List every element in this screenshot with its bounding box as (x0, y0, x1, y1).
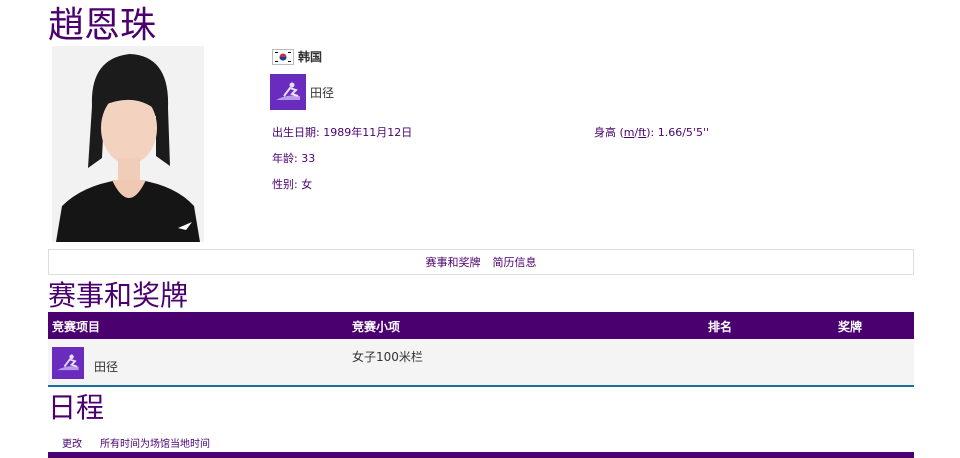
country-name: 韩国 (298, 50, 323, 64)
age: 年龄: 33 (272, 150, 315, 166)
change-timezone-link[interactable]: 更改 (62, 435, 82, 450)
country: 韩国 (272, 48, 322, 65)
column-header-event: 竞赛小项 (352, 320, 401, 334)
athlete-photo (52, 46, 204, 242)
height-label: 身高 (594, 126, 616, 139)
height-value: 1.66/5'5'' (657, 126, 710, 139)
column-header-rank: 排名 (708, 320, 733, 334)
schedule-title: 日程 (48, 391, 105, 424)
schedule-controls: 更改 所有时间为场馆当地时间 (62, 435, 210, 450)
age-value: 33 (301, 152, 316, 165)
sport: 田径 (270, 74, 334, 110)
athletics-icon (52, 347, 84, 379)
gender-label: 性别: (272, 178, 298, 191)
gender-value: 女 (301, 178, 313, 191)
timezone-note: 所有时间为场馆当地时间 (100, 439, 210, 450)
athlete-portrait-image (52, 46, 204, 242)
row-sport: 田径 (94, 360, 119, 374)
birth-date: 出生日期: 1989年11月12日 (272, 124, 412, 140)
events-table-header: 竞赛项目 竞赛小项 排名 奖牌 (48, 312, 914, 339)
column-header-sport: 竞赛项目 (52, 320, 101, 334)
row-event: 女子100米栏 (352, 350, 423, 364)
gender: 性别: 女 (272, 176, 312, 192)
athlete-info: 韩国 田径 出生日期: 1989年11月12日 身高 (m/ft): 1.66/… (270, 46, 912, 246)
column-header-medal: 奖牌 (838, 320, 863, 334)
events-section-title: 赛事和奖牌 (48, 279, 189, 312)
table-row[interactable]: 田径 女子100米栏 (48, 339, 914, 387)
section-nav: 赛事和奖牌 简历信息 (48, 249, 914, 275)
age-label: 年龄: (272, 152, 298, 165)
athlete-name: 趙恩珠 (48, 5, 157, 46)
sport-name: 田径 (310, 85, 335, 100)
height-unit-m-link[interactable]: m (624, 126, 635, 139)
nav-biography[interactable]: 简历信息 (493, 254, 537, 270)
korea-flag-icon (272, 48, 294, 65)
birth-date-label: 出生日期: (272, 126, 320, 139)
birth-date-value: 1989年11月12日 (323, 126, 413, 139)
schedule-table-header (48, 452, 914, 458)
height: 身高 (m/ft): 1.66/5'5'' (594, 126, 710, 139)
height-unit-ft-link[interactable]: ft (638, 126, 646, 139)
athletics-icon (270, 74, 306, 110)
nav-events-medals[interactable]: 赛事和奖牌 (426, 254, 481, 270)
